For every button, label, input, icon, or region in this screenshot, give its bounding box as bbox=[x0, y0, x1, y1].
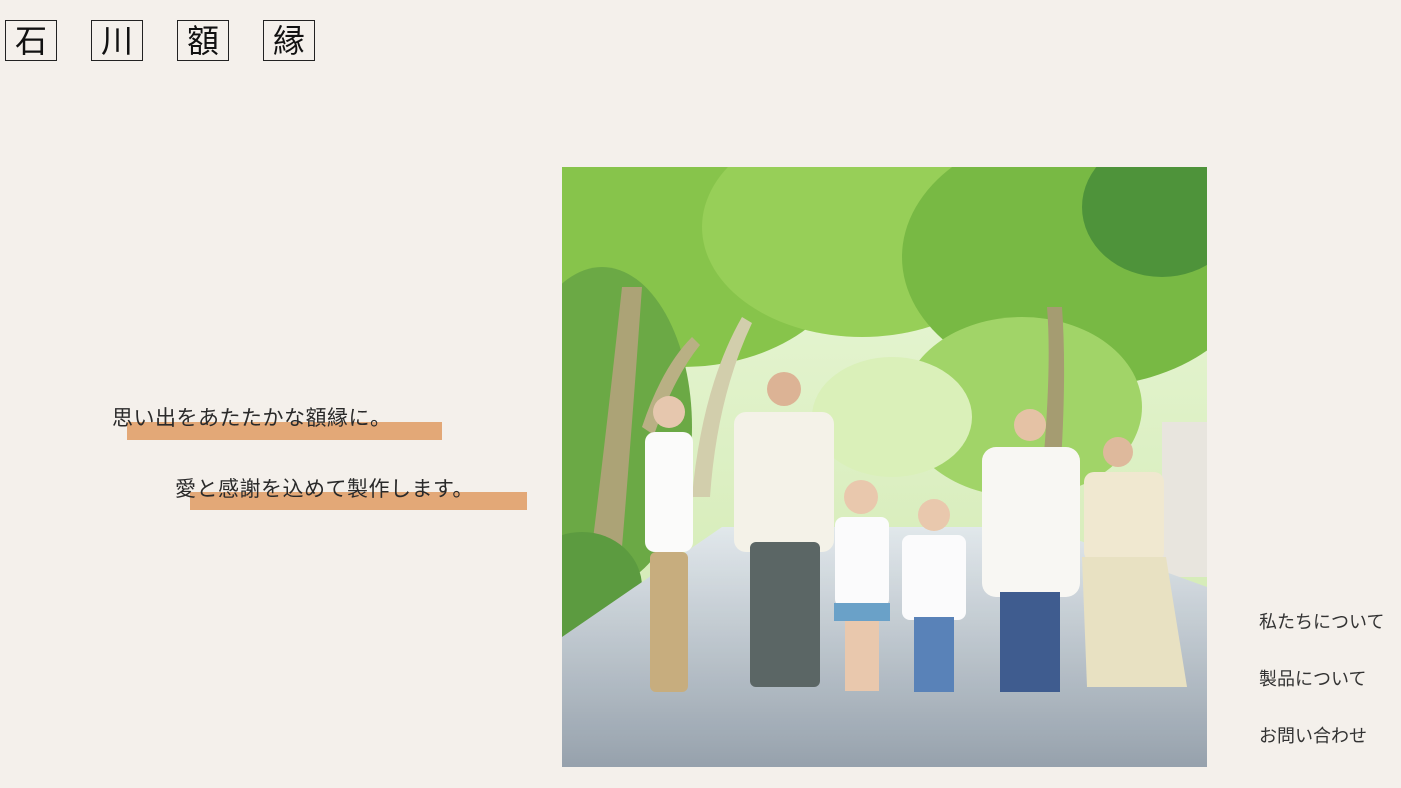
site-logo[interactable]: 石 川 額 縁 bbox=[5, 20, 315, 61]
tagline-line-2: 愛と感謝を込めて製作します。 bbox=[175, 473, 527, 510]
nav-contact[interactable]: お問い合わせ bbox=[1259, 726, 1384, 748]
family-photo-illustration bbox=[562, 167, 1207, 767]
nav-products[interactable]: 製品について bbox=[1259, 669, 1384, 691]
logo-char: 縁 bbox=[263, 20, 315, 61]
hero-family-photo bbox=[562, 167, 1207, 767]
logo-char: 川 bbox=[91, 20, 143, 61]
page: 石 川 額 縁 思い出をあたたかな額縁に。 愛と感謝を込めて製作します。 私たち… bbox=[0, 0, 1401, 788]
logo-char: 額 bbox=[177, 20, 229, 61]
nav-about-us[interactable]: 私たちについて bbox=[1259, 612, 1384, 634]
logo-char: 石 bbox=[5, 20, 57, 61]
tagline-text: 思い出をあたたかな額縁に。 bbox=[112, 406, 392, 430]
site-nav: 私たちについて 製品について お問い合わせ bbox=[1259, 612, 1384, 748]
tagline-line-1: 思い出をあたたかな額縁に。 bbox=[112, 402, 442, 440]
tagline-text: 愛と感謝を込めて製作します。 bbox=[175, 477, 474, 501]
